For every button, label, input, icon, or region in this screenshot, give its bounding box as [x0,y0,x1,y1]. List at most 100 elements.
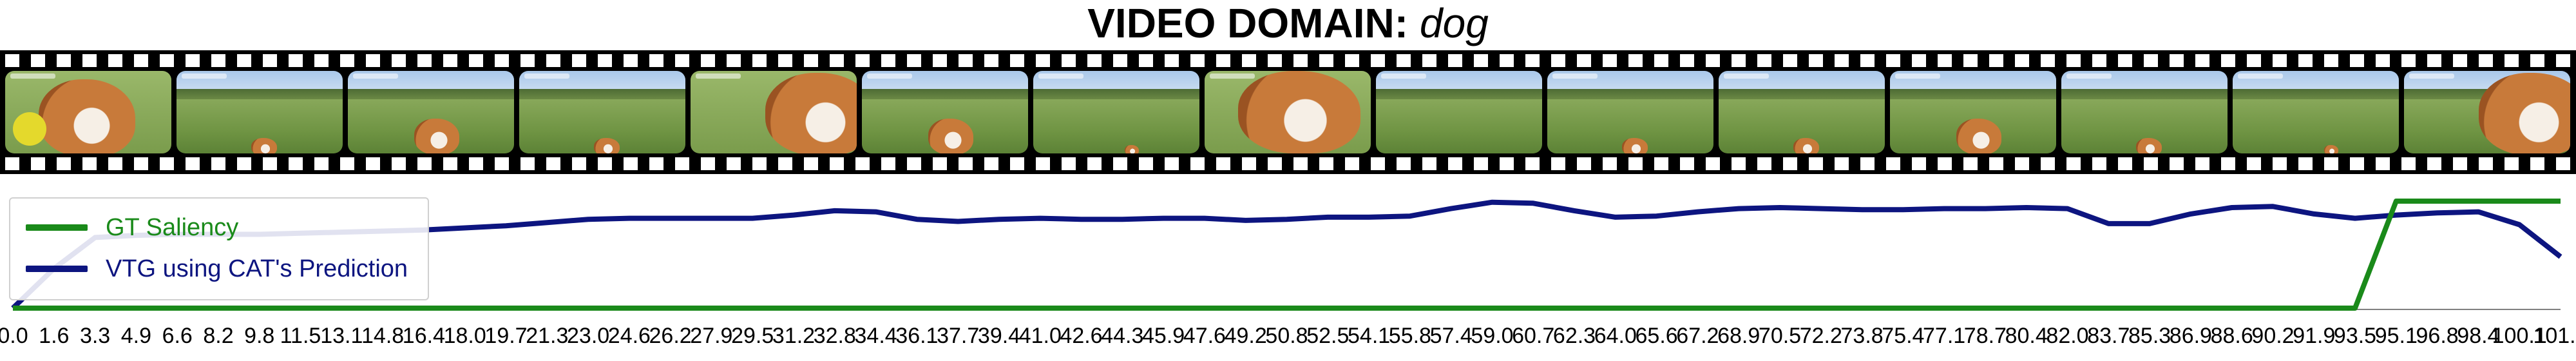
frame-grass [2233,99,2399,153]
x-tick-label: 62.3 [1553,324,1596,348]
dog [765,73,857,153]
toy-ball [13,112,46,146]
x-tick-label: 82.0 [2046,324,2088,348]
frame-watermark [2409,73,2454,79]
x-tick-label: 90.2 [2251,324,2294,348]
x-tick-label: 86.9 [2170,324,2212,348]
x-tick-label: 42.6 [1060,324,1102,348]
x-tick-label: 27.9 [690,324,732,348]
video-frame-11 [1719,71,1885,153]
x-tick-label: 49.2 [1225,324,1267,348]
x-tick-label: 8.2 [203,324,233,348]
x-tick-label: 47.6 [1183,324,1226,348]
x-tick-label: 65.6 [1636,324,1678,348]
x-tick-label: 13.1 [320,324,363,348]
dog [1622,138,1648,153]
x-tick-label: 37.7 [937,324,979,348]
x-tick-label: 68.9 [1717,324,1760,348]
x-tick-label: 34.4 [855,324,897,348]
x-tick-label: 73.8 [1841,324,1884,348]
dog [2324,145,2338,153]
dog [251,138,277,153]
dog [414,119,459,153]
x-tick-label: 36.1 [895,324,938,348]
x-tick-label: 78.7 [1964,324,2007,348]
video-frame-5 [691,71,857,153]
legend-swatch-pred [26,266,88,272]
frame-watermark [2066,73,2112,79]
x-tick-label: 88.6 [2211,324,2253,348]
x-tick-label: 80.4 [2005,324,2048,348]
x-tick-label: 32.8 [814,324,856,348]
x-tick-label: 29.5 [731,324,774,348]
x-tick-label: 95.1 [2375,324,2418,348]
x-tick-label: 96.8 [2416,324,2459,348]
x-tick-label: 93.5 [2334,324,2376,348]
x-tick-label: 67.2 [1676,324,1719,348]
x-tick-label: 3.3 [80,324,110,348]
x-tick-label: 70.5 [1759,324,1801,348]
dog [1238,71,1360,153]
title-main: VIDEO DOMAIN: [1087,0,1408,46]
x-tick-label: 14.8 [361,324,404,348]
dog [928,119,973,153]
x-tick-label: 23.0 [567,324,609,348]
x-tick-label: 60.7 [1512,324,1554,348]
frame-watermark [10,73,55,79]
x-tick-label: 24.6 [608,324,651,348]
x-tick-label: 52.5 [1306,324,1349,348]
frame-watermark [1724,73,1769,79]
dog [2479,73,2570,153]
legend-label-gt: GT Saliency [106,213,239,241]
legend-swatch-gt [26,224,88,231]
film-perforations-bottom [0,157,2576,170]
legend-item-gt: GT Saliency [26,211,238,244]
x-tick-label: 85.3 [2128,324,2171,348]
dog [1956,119,2001,153]
film-perforations-top [0,54,2576,67]
frame-watermark [1895,73,1940,79]
video-frame-4 [519,71,685,153]
x-tick-label: 55.8 [1389,324,1431,348]
x-tick-label: 11.5 [280,324,321,348]
frame-grass [1033,99,1199,153]
x-tick-label: 59.0 [1471,324,1513,348]
legend-label-pred: VTG using CAT's Prediction [106,255,408,282]
title-domain: dog [1420,0,1489,46]
x-tick-label: 16.4 [403,324,445,348]
dog [594,138,620,153]
figure-title: VIDEO DOMAIN: dog [0,0,2576,46]
x-tick-label: 72.2 [1800,324,1842,348]
x-tick-label: 41.0 [1019,324,1062,348]
x-tick-label: 54.1 [1348,324,1390,348]
x-tick-label: 18.0 [444,324,486,348]
x-tick-label: 57.4 [1430,324,1473,348]
x-tick-label: 91.9 [2293,324,2335,348]
dog [2136,138,2162,153]
x-tick-label: 45.9 [1142,324,1185,348]
frame-watermark [353,73,398,79]
x-tick-label: 101.7 [2533,324,2576,348]
video-frame-14 [2233,71,2399,153]
x-tick-label: 44.3 [1101,324,1143,348]
frame-watermark [1210,73,1255,79]
dog [1125,145,1139,153]
x-tick-label: 6.6 [162,324,193,348]
frame-grass [1376,99,1542,153]
x-tick-label: 26.2 [649,324,692,348]
x-tick-label: 64.0 [1594,324,1637,348]
video-frame-13 [2061,71,2228,153]
video-frame-3 [348,71,514,153]
video-frame-2 [177,71,343,153]
x-tick-label: 9.8 [244,324,274,348]
x-tick-label: 31.2 [772,324,815,348]
video-frame-8 [1205,71,1371,153]
x-tick-label: 77.1 [1923,324,1965,348]
frame-watermark [1552,73,1598,79]
x-tick-label: 21.3 [526,324,568,348]
video-frame-12 [1890,71,2056,153]
x-tick-label: 83.7 [2087,324,2130,348]
x-tick-label: 50.8 [1265,324,1308,348]
x-tick-label: 19.7 [484,324,527,348]
video-frame-6 [862,71,1028,153]
